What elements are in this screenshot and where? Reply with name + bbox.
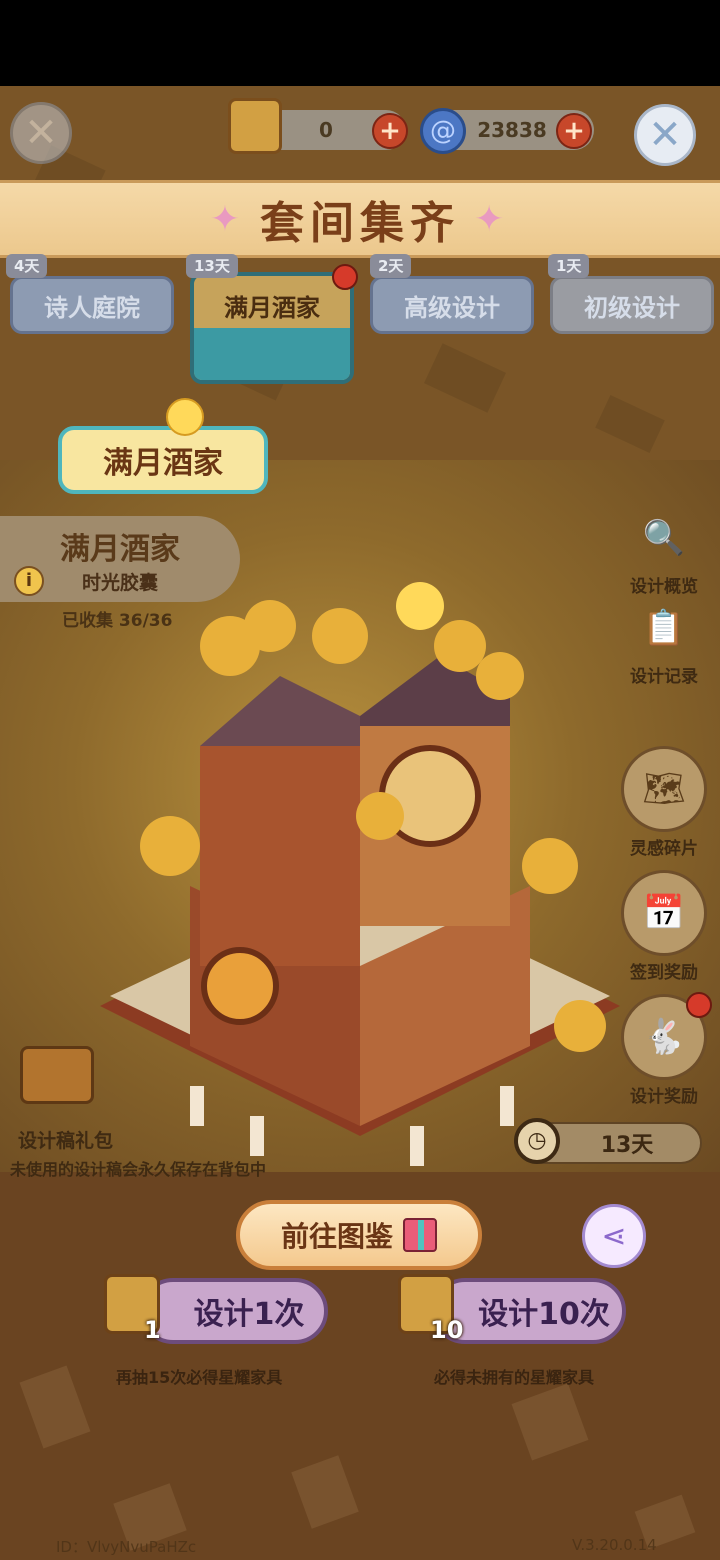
- sparkle-icon: ✦: [474, 198, 511, 240]
- side-button-label: 签到奖励: [630, 963, 698, 983]
- calendar-icon: 📅: [621, 870, 707, 956]
- tab-basic-design[interactable]: 初级设计: [550, 276, 714, 334]
- banner-title: 套间集齐: [260, 198, 460, 249]
- player-id: ID：VlvyNvuPaHZc: [56, 1538, 197, 1556]
- design-pack-icon[interactable]: [20, 1046, 94, 1104]
- clipboard-icon: 📋: [642, 608, 686, 648]
- tab-label: 初级设计: [584, 293, 680, 322]
- side-button-label: 设计记录: [630, 667, 698, 687]
- design-once-cost: 1: [144, 1316, 161, 1344]
- tab-days-badge: 1天: [548, 254, 590, 278]
- moon-icon: [166, 398, 204, 436]
- design-pack-note: 未使用的设计稿会永久保存在背包中: [10, 1160, 267, 1179]
- sparkle-icon: ✦: [209, 198, 246, 240]
- share-icon: ⋖: [601, 1218, 627, 1254]
- side-button-label: 设计奖励: [630, 1087, 698, 1107]
- checkin-reward-button[interactable]: 📅 签到奖励: [612, 870, 716, 983]
- tab-poet-courtyard[interactable]: 诗人庭院: [10, 276, 174, 334]
- theme-badge-label: 满月酒家: [103, 446, 223, 481]
- goto-label: 前往图鉴: [280, 1220, 393, 1253]
- map-icon: 🗺: [621, 746, 707, 832]
- theme-badge: 满月酒家: [58, 426, 268, 494]
- plus-icon: +: [379, 116, 401, 146]
- tab-days-badge: 2天: [370, 254, 412, 278]
- tavern-house-illustration: [100, 582, 620, 1166]
- tab-days-badge: 4天: [6, 254, 48, 278]
- side-button-label: 灵感碎片: [630, 839, 698, 859]
- tab-full-moon-tavern[interactable]: 满月酒家: [190, 272, 354, 384]
- go-to-collection-button[interactable]: 前往图鉴: [236, 1200, 482, 1270]
- tab-advanced-design[interactable]: 高级设计: [370, 276, 534, 334]
- design-record-button[interactable]: 📋 设计记录: [612, 596, 716, 687]
- info-icon[interactable]: i: [14, 566, 44, 596]
- spiral-count: 23838: [477, 118, 547, 142]
- add-scroll-button[interactable]: +: [372, 113, 408, 149]
- tab-label: 满月酒家: [224, 294, 320, 322]
- design-ten-hint: 必得未拥有的星耀家具: [434, 1368, 595, 1387]
- magnifier-icon: 🔍: [642, 518, 686, 558]
- close-right-button[interactable]: ✕: [634, 104, 696, 166]
- version-label: V.3.20.0.14: [572, 1536, 657, 1554]
- game-screen: ✕ 0 + 23838 @ + ✕ ✦ 套间集齐 ✦ 诗人庭院 4天 满月酒家 …: [0, 86, 720, 1560]
- side-button-label: 设计概览: [630, 577, 698, 597]
- design-overview-button[interactable]: 🔍 设计概览: [612, 506, 716, 597]
- spiral-icon: @: [420, 108, 466, 154]
- add-spiral-button[interactable]: +: [556, 113, 592, 149]
- scroll-count: 0: [319, 118, 333, 142]
- clock-icon: ◷: [514, 1118, 560, 1164]
- notification-dot: [686, 992, 712, 1018]
- design-once-label: 设计1次: [193, 1297, 305, 1332]
- design-pack-label[interactable]: 设计稿礼包: [18, 1126, 113, 1153]
- gift-icon: [403, 1218, 437, 1252]
- notification-dot: [332, 264, 358, 290]
- share-button[interactable]: ⋖: [582, 1204, 646, 1268]
- timer-text: 13天: [600, 1133, 654, 1158]
- inspiration-fragments-button[interactable]: 🗺 灵感碎片: [612, 746, 716, 859]
- design-ten-label: 设计10次: [478, 1297, 610, 1332]
- design-ten-cost: 10: [430, 1316, 464, 1344]
- tab-label: 诗人庭院: [44, 293, 140, 322]
- close-icon: ✕: [24, 110, 58, 156]
- close-left-button[interactable]: ✕: [10, 102, 72, 164]
- design-once-button[interactable]: 设计1次: [140, 1278, 328, 1344]
- tab-label: 高级设计: [404, 293, 500, 322]
- title-banner: ✦ 套间集齐 ✦: [0, 180, 720, 258]
- close-icon: ✕: [648, 112, 682, 158]
- design-once-hint: 再抽15次必得星耀家具: [116, 1368, 283, 1387]
- plus-icon: +: [563, 116, 585, 146]
- scroll-icon: [228, 98, 282, 154]
- tab-days-badge: 13天: [186, 254, 238, 278]
